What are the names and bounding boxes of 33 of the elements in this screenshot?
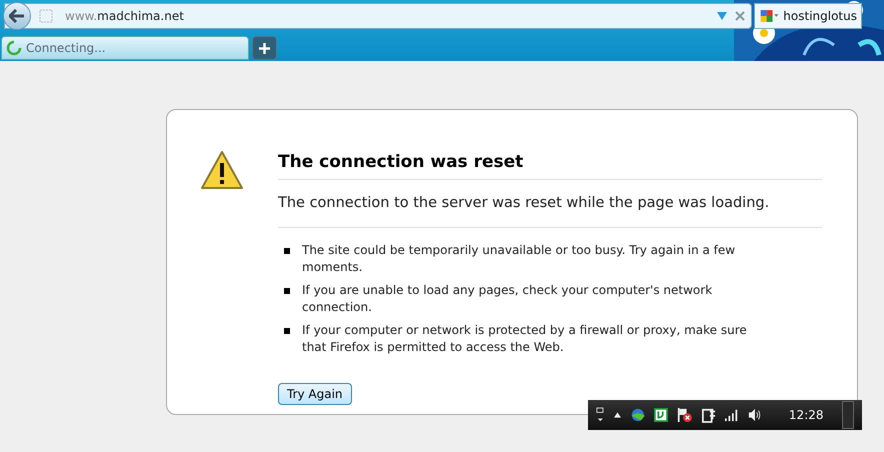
warning-icon — [200, 150, 244, 190]
show-desktop-button[interactable] — [842, 401, 854, 429]
site-identity-icon — [39, 9, 53, 23]
dropdown-arrow-icon[interactable] — [717, 12, 727, 20]
power-plug-icon[interactable] — [702, 406, 716, 424]
clock-time[interactable]: 12:28 — [788, 406, 824, 424]
error-title: The connection was reset — [278, 150, 822, 180]
close-icon[interactable] — [735, 11, 745, 21]
back-button[interactable] — [3, 2, 31, 30]
search-engine-icon[interactable] — [759, 8, 780, 24]
bullet-icon — [284, 328, 290, 334]
back-arrow-icon — [9, 9, 25, 23]
suggestion-text: If your computer or network is protected by a firewall or proxy, make sure that Firefox is permitted to access the Web. — [302, 322, 748, 356]
torrent-app-icon[interactable] — [654, 407, 668, 423]
flag-error-icon[interactable] — [677, 406, 694, 424]
suggestion-text: If you are unable to load any pages, check your computer's network connection. — [302, 282, 714, 316]
speaker-icon[interactable] — [748, 407, 762, 423]
show-hidden-icons-icon[interactable] — [614, 412, 621, 418]
error-message: The connection to the server was reset while the page was loading. — [278, 192, 822, 228]
new-tab-button[interactable] — [252, 36, 277, 60]
browser-tab[interactable]: Connecting... — [1, 36, 249, 60]
try-again-button[interactable]: Try Again — [278, 383, 352, 406]
search-field[interactable]: hostinglotus — [754, 3, 862, 29]
loading-spinner-icon — [6, 40, 22, 56]
bullet-icon — [284, 288, 290, 294]
window-switch-icon[interactable] — [596, 406, 605, 424]
url-text[interactable]: www.madchima.net — [65, 7, 184, 25]
suggestion-text: The site could be temporarily unavailable or too busy. Try again in a few moments. — [302, 242, 736, 276]
tab-title: Connecting... — [26, 40, 106, 57]
bullet-icon — [284, 248, 290, 254]
search-text: hostinglotus — [783, 8, 857, 25]
plus-icon — [259, 42, 270, 54]
signal-bars-icon[interactable] — [725, 408, 739, 422]
